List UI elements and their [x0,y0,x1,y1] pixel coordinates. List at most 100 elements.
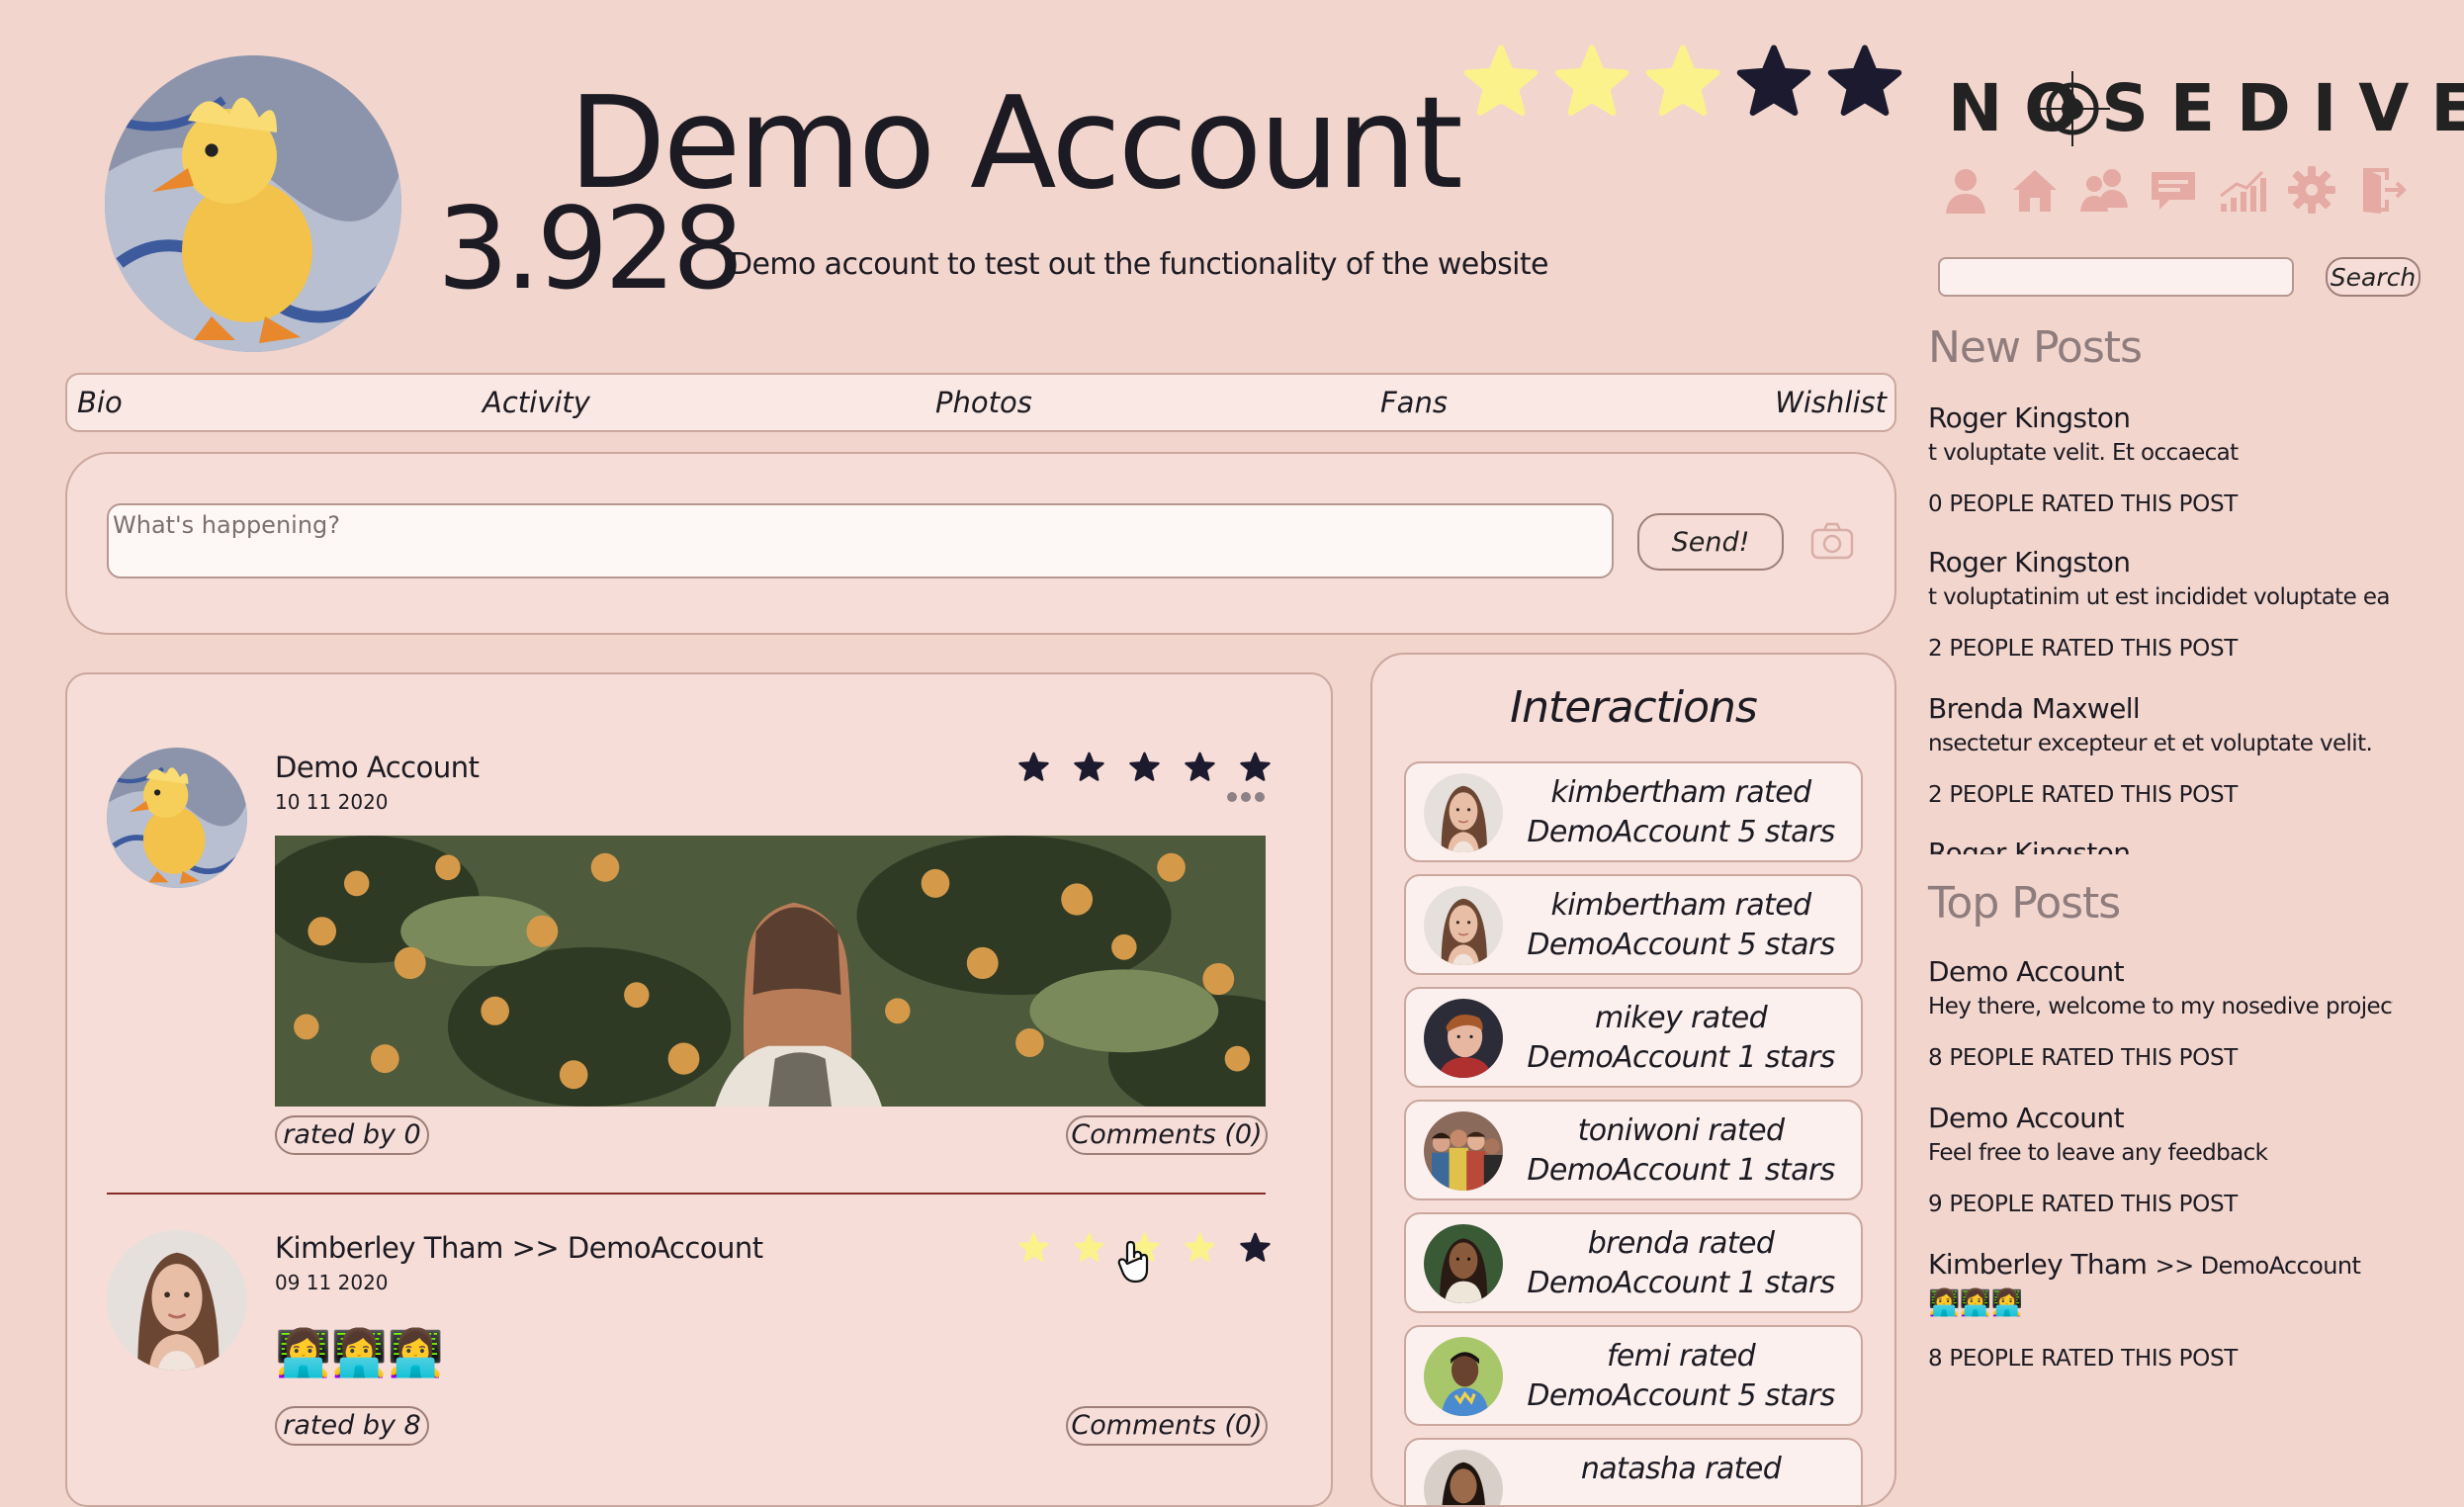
interaction-item[interactable]: brenda rated DemoAccount 1 stars [1404,1212,1863,1313]
profile-bio: Demo account to test out the functionali… [730,247,1548,282]
post-avatar[interactable] [107,748,247,888]
home-icon[interactable] [2009,164,2061,216]
top-post-rating-count: 9 PEOPLE RATED THIS POST [1928,1192,2239,1217]
profile-tab-bar: Bio Activity Photos Fans Wishlist [65,373,1896,432]
post-star-1[interactable] [1018,752,1049,782]
top-post-excerpt[interactable]: 👩‍💻👩‍💻👩‍💻 [1928,1287,2023,1319]
logout-icon[interactable] [2355,164,2407,216]
new-post-author[interactable]: Brenda Maxwell [1928,690,2141,728]
post-star-2[interactable] [1074,1232,1104,1263]
nosedive-logo[interactable]: NOSEDIVE [1948,69,2464,148]
profile-rating-stars[interactable] [1463,44,1902,119]
crosshair-icon [2035,71,2110,146]
post-input[interactable] [107,503,1614,578]
rating-star-4[interactable] [1736,44,1811,119]
post-star-3[interactable] [1129,752,1160,782]
interaction-avatar [1424,1224,1503,1303]
post-content: 👩‍💻👩‍💻👩‍💻 [275,1326,444,1379]
top-post-excerpt[interactable]: Feel free to leave any feedback [1928,1137,2268,1169]
new-post-author[interactable]: Roger Kingston [1928,544,2131,581]
interaction-text: kimbertham rated DemoAccount 5 stars [1527,775,1835,849]
post-author[interactable]: Kimberley Tham >> DemoAccount [275,1228,763,1268]
stats-icon[interactable] [2217,164,2268,216]
new-post-excerpt[interactable]: t voluptate velit. Et occaecat [1928,437,2239,469]
top-post-author-target: >> DemoAccount [2155,1252,2361,1280]
post-divider [107,1193,1266,1195]
tab-activity[interactable]: Activity [483,385,590,420]
post-star-5[interactable] [1240,752,1271,782]
settings-icon[interactable] [2286,164,2337,216]
rating-star-1[interactable] [1463,44,1539,119]
post-feed: Demo Account 10 11 2020 rated by 0 Comme… [65,672,1333,1507]
search-button[interactable]: Search [2326,257,2420,297]
interaction-avatar [1424,999,1503,1078]
post-date: 10 11 2020 [275,790,389,814]
camera-icon[interactable] [1809,521,1855,561]
interaction-avatar [1424,886,1503,965]
top-post-author[interactable]: Demo Account [1928,1100,2125,1137]
profile-score: 3.928 [437,183,744,314]
post-image[interactable] [275,836,1266,1107]
interaction-text: brenda rated DemoAccount 1 stars [1527,1226,1835,1300]
post-star-4[interactable] [1185,1232,1215,1263]
search-input[interactable] [1938,257,2294,297]
interaction-avatar [1424,1337,1503,1416]
interaction-text: mikey rated DemoAccount 1 stars [1527,1001,1835,1075]
tab-bio[interactable]: Bio [77,385,123,420]
new-post-excerpt[interactable]: t voluptatinim ut est incididet voluptat… [1928,581,2393,613]
rating-star-5[interactable] [1827,44,1902,119]
nav-icon-bar [1940,164,2407,216]
profile-icon[interactable] [1940,164,1991,216]
post-star-2[interactable] [1074,752,1104,782]
interaction-item[interactable]: toniwoni rated DemoAccount 1 stars [1404,1100,1863,1200]
new-post-rating-count: 2 PEOPLE RATED THIS POST [1928,636,2239,662]
more-options-icon[interactable] [1226,791,1266,803]
comments-button[interactable]: Comments (0) [1066,1406,1268,1446]
top-post-rating-count: 8 PEOPLE RATED THIS POST [1928,1045,2239,1071]
post-author[interactable]: Demo Account [275,748,480,787]
rating-star-3[interactable] [1645,44,1720,119]
top-post-rating-count: 8 PEOPLE RATED THIS POST [1928,1346,2239,1372]
tab-photos[interactable]: Photos [935,385,1032,420]
interactions-title: Interactions [1510,682,1758,733]
profile-avatar [105,55,401,352]
interaction-text: kimbertham rated DemoAccount 5 stars [1527,888,1835,962]
interaction-item[interactable]: kimbertham rated DemoAccount 5 stars [1404,761,1863,862]
interactions-panel: Interactions kimbertham rated DemoAccoun… [1370,653,1896,1507]
post-composer: Send! [65,452,1896,635]
post-star-1[interactable] [1018,1232,1049,1263]
top-post-author[interactable]: Demo Account [1928,953,2125,991]
rating-star-2[interactable] [1554,44,1629,119]
top-post-author[interactable]: Kimberley Tham >> DemoAccount [1928,1246,2361,1285]
top-posts-list: Demo Account Hey there, welcome to my no… [1928,949,2393,1424]
rated-by-button[interactable]: rated by 0 [275,1115,429,1155]
interaction-text: femi rated DemoAccount 5 stars [1527,1339,1835,1413]
post-avatar[interactable] [107,1230,247,1371]
messages-icon[interactable] [2148,164,2199,216]
interaction-item[interactable]: kimbertham rated DemoAccount 5 stars [1404,874,1863,975]
interaction-item[interactable]: natasha rated [1404,1438,1863,1507]
interaction-text: toniwoni rated DemoAccount 1 stars [1527,1113,1835,1188]
new-post-rating-count: 0 PEOPLE RATED THIS POST [1928,491,2239,517]
send-button[interactable]: Send! [1637,513,1784,571]
tab-fans[interactable]: Fans [1380,385,1448,420]
interaction-item[interactable]: mikey rated DemoAccount 1 stars [1404,987,1863,1088]
post-date: 09 11 2020 [275,1271,389,1294]
comments-button[interactable]: Comments (0) [1066,1115,1268,1155]
post-rating-stars[interactable] [1018,752,1271,782]
tab-wishlist[interactable]: Wishlist [1775,385,1887,420]
new-post-excerpt[interactable]: nsectetur excepteur et et voluptate veli… [1928,728,2373,759]
interaction-avatar [1424,1111,1503,1191]
new-post-author[interactable]: Roger Kingston [1928,399,2131,437]
rated-by-button[interactable]: rated by 8 [275,1406,429,1446]
new-post-rating-count: 2 PEOPLE RATED THIS POST [1928,782,2239,808]
new-post-author[interactable]: Roger Kingston [1928,835,2131,854]
post-star-4[interactable] [1185,752,1215,782]
top-post-author-name: Kimberley Tham [1928,1248,2148,1281]
interaction-avatar [1424,1450,1503,1507]
new-posts-heading: New Posts [1928,322,2143,373]
friends-icon[interactable] [2078,164,2130,216]
interaction-item[interactable]: femi rated DemoAccount 5 stars [1404,1325,1863,1426]
post-star-5[interactable] [1240,1232,1271,1263]
top-post-excerpt[interactable]: Hey there, welcome to my nosedive projec… [1928,991,2393,1022]
